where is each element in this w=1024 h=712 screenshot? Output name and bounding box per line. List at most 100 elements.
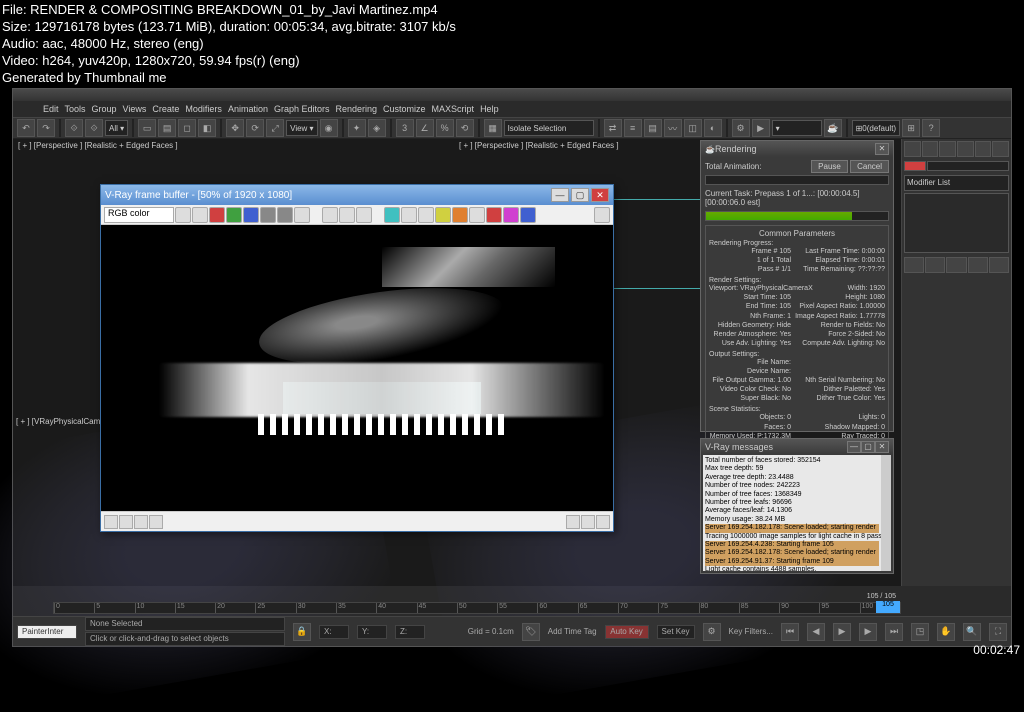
pixel-info-icon[interactable] <box>520 207 536 223</box>
vfb-settings-icon[interactable] <box>594 207 610 223</box>
close-icon[interactable]: ✕ <box>591 188 609 202</box>
menu-tools[interactable]: Tools <box>65 104 86 114</box>
timeline[interactable]: 105 / 105 105 05101520253035404550556065… <box>53 602 901 614</box>
load-icon[interactable] <box>192 207 208 223</box>
unlink-icon[interactable]: ⟐ <box>85 119 103 137</box>
menu-animation[interactable]: Animation <box>228 104 268 114</box>
render-last-icon[interactable] <box>134 515 148 529</box>
dup-icon[interactable] <box>339 207 355 223</box>
create-tab-icon[interactable] <box>904 141 921 157</box>
keyfilters-label[interactable]: Key Filters... <box>729 627 773 636</box>
select-name-icon[interactable]: ▤ <box>158 119 176 137</box>
minimize-icon[interactable]: — <box>551 188 569 202</box>
zoom-icon[interactable]: 🔍 <box>963 623 981 641</box>
viewcube-icon[interactable]: ◳ <box>911 623 929 641</box>
clear-icon[interactable] <box>322 207 338 223</box>
viewport-label-tr[interactable]: [ + ] [Perspective ] [Realistic + Edged … <box>457 139 621 152</box>
rdlg-titlebar[interactable]: ☕ Rendering ✕ <box>701 141 893 157</box>
blue-channel-icon[interactable] <box>243 207 259 223</box>
y-field[interactable]: Y: <box>357 625 387 639</box>
alpha-channel-icon[interactable] <box>260 207 276 223</box>
angle-snap-icon[interactable]: ∠ <box>416 119 434 137</box>
x-coord[interactable]: ⊞ 0 (default) <box>852 120 901 136</box>
remove-mod-icon[interactable] <box>968 257 988 273</box>
align-icon[interactable]: ≡ <box>624 119 642 137</box>
config-icon[interactable] <box>989 257 1009 273</box>
menu-group[interactable]: Group <box>92 104 117 114</box>
vfb-render-view[interactable] <box>101 225 613 511</box>
percent-snap-icon[interactable]: % <box>436 119 454 137</box>
maximize-icon[interactable]: ⛶ <box>989 623 1007 641</box>
hierarchy-tab-icon[interactable] <box>939 141 956 157</box>
mono-icon[interactable] <box>277 207 293 223</box>
rotate-icon[interactable]: ⟳ <box>246 119 264 137</box>
move-icon[interactable]: ✥ <box>226 119 244 137</box>
menubar[interactable]: Edit Tools Group Views Create Modifiers … <box>13 101 1011 117</box>
menu-edit[interactable]: Edit <box>43 104 59 114</box>
motion-tab-icon[interactable] <box>957 141 974 157</box>
select-icon[interactable]: ▭ <box>138 119 156 137</box>
vray-messages-window[interactable]: V-Ray messages — ▢ ✕ Total number of fac… <box>700 438 894 574</box>
link-icon[interactable]: ⟐ <box>65 119 83 137</box>
display-tab-icon[interactable] <box>975 141 992 157</box>
render-icon[interactable]: ☕ <box>824 119 842 137</box>
lock-icon[interactable]: 🔒 <box>293 623 311 641</box>
rendering-dialog[interactable]: ☕ Rendering ✕ Total Animation: Pause Can… <box>700 140 894 432</box>
manipulate-icon[interactable]: ✦ <box>348 119 366 137</box>
material-icon[interactable]: ◐ <box>704 119 722 137</box>
schematic-icon[interactable]: ◫ <box>684 119 702 137</box>
render-preset-combo[interactable]: ▾ <box>772 120 822 136</box>
autokey-button[interactable]: Auto Key <box>605 625 649 639</box>
menu-grapheditors[interactable]: Graph Editors <box>274 104 330 114</box>
keymode-icon[interactable]: ◈ <box>368 119 386 137</box>
keyfilters-icon[interactable]: ⚙ <box>703 623 721 641</box>
save-icon[interactable] <box>175 207 191 223</box>
pan-icon[interactable]: ✋ <box>937 623 955 641</box>
addtag-label[interactable]: Add Time Tag <box>548 627 597 636</box>
cancel-button[interactable]: Cancel <box>850 160 889 173</box>
timetag-icon[interactable]: 🏷 <box>522 623 540 641</box>
menu-help[interactable]: Help <box>480 104 499 114</box>
render-frame-icon[interactable]: ▶ <box>752 119 770 137</box>
vfb-titlebar[interactable]: V-Ray frame buffer - [50% of 1920 x 1080… <box>101 185 613 205</box>
menu-modifiers[interactable]: Modifiers <box>185 104 222 114</box>
color-corrections-icon[interactable] <box>596 515 610 529</box>
menu-rendering[interactable]: Rendering <box>336 104 378 114</box>
modifier-list[interactable]: Modifier List <box>904 175 1009 191</box>
pin-stack-icon[interactable] <box>904 257 924 273</box>
select-rect-icon[interactable]: ◻ <box>178 119 196 137</box>
menu-create[interactable]: Create <box>152 104 179 114</box>
close-icon[interactable]: ✕ <box>875 441 889 453</box>
selection-filter[interactable]: All ▾ <box>105 120 128 136</box>
grid-icon[interactable]: ⊞ <box>902 119 920 137</box>
titlebar[interactable] <box>13 89 1011 101</box>
redo-icon[interactable]: ↷ <box>37 119 55 137</box>
play-icon[interactable]: ▶ <box>833 623 851 641</box>
name-field[interactable] <box>927 161 1009 171</box>
channel-combo[interactable]: RGB color <box>104 207 174 223</box>
mirror-icon[interactable]: ⇄ <box>604 119 622 137</box>
curve-icon[interactable] <box>418 207 434 223</box>
close-icon[interactable]: ✕ <box>875 143 889 155</box>
vfb-history-icon[interactable] <box>581 515 595 529</box>
levels-icon[interactable] <box>401 207 417 223</box>
named-sel-icon[interactable]: ▦ <box>484 119 502 137</box>
scrollbar[interactable] <box>881 455 891 571</box>
x-field[interactable]: X: <box>319 625 349 639</box>
maximize-icon[interactable]: ▢ <box>861 441 875 453</box>
snap-icon[interactable]: 3 <box>396 119 414 137</box>
menu-customize[interactable]: Customize <box>383 104 426 114</box>
spinner-snap-icon[interactable]: ⟲ <box>456 119 474 137</box>
whitebalance-icon[interactable] <box>452 207 468 223</box>
vmsg-log[interactable]: Total number of faces stored: 352154Max … <box>703 455 881 571</box>
srgb-icon[interactable] <box>469 207 485 223</box>
history-icon[interactable] <box>503 207 519 223</box>
exposure-icon[interactable] <box>435 207 451 223</box>
green-channel-icon[interactable] <box>226 207 242 223</box>
z-field[interactable]: Z: <box>395 625 425 639</box>
link-pdplayer-icon[interactable] <box>566 515 580 529</box>
maximize-icon[interactable]: ▢ <box>571 188 589 202</box>
goto-end-icon[interactable]: ⏭ <box>885 623 903 641</box>
color-swatch[interactable] <box>904 161 926 171</box>
vray-frame-buffer-window[interactable]: V-Ray frame buffer - [50% of 1920 x 1080… <box>100 184 614 532</box>
